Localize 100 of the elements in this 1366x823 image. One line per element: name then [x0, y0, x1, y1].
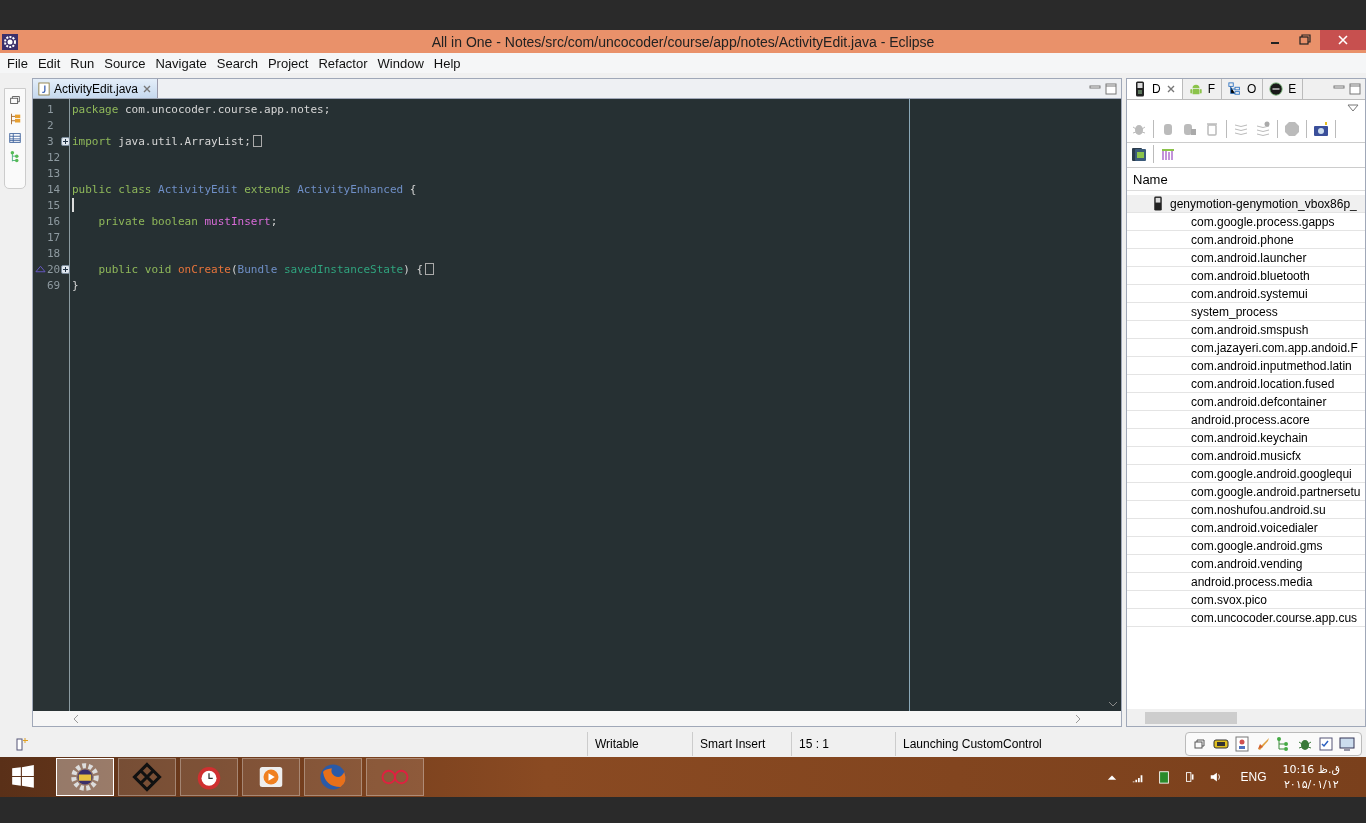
tree-row[interactable]: com.android.inputmethod.latin	[1127, 357, 1365, 375]
monitor-icon[interactable]	[1339, 736, 1355, 752]
restore-icon[interactable]	[1192, 736, 1208, 752]
tree-row[interactable]: com.android.vending	[1127, 555, 1365, 573]
tree-row[interactable]: com.android.bluetooth	[1127, 267, 1365, 285]
input-language[interactable]: ENG	[1240, 770, 1267, 784]
horizontal-scrollbar[interactable]	[1127, 709, 1365, 726]
tree-row[interactable]: com.android.smspush	[1127, 321, 1365, 339]
tree-row[interactable]: android.process.acore	[1127, 411, 1365, 429]
tree-row[interactable]: com.android.defcontainer	[1127, 393, 1365, 411]
tree-row[interactable]: com.jazayeri.com.app.andoid.F	[1127, 339, 1365, 357]
stop-icon[interactable]	[1284, 121, 1300, 137]
menu-item[interactable]: Refactor	[313, 55, 373, 71]
gear-icon	[70, 762, 100, 792]
tree-row[interactable]: com.android.location.fused	[1127, 375, 1365, 393]
device-icon[interactable]	[1213, 736, 1229, 752]
collapsed-code-icon[interactable]	[425, 263, 435, 275]
tree-row[interactable]: com.google.process.gapps	[1127, 213, 1365, 231]
line-number: 13	[47, 166, 61, 180]
tab-label: F	[1207, 82, 1215, 96]
tree-row[interactable]: com.google.android.googlequi	[1127, 465, 1365, 483]
horizontal-scrollbar[interactable]	[33, 711, 1121, 726]
menu-item[interactable]: File	[2, 55, 33, 71]
status-field: Writable	[587, 732, 692, 756]
menu-item[interactable]: Search	[211, 55, 263, 71]
menu-item[interactable]: Run	[65, 55, 100, 71]
tree-row[interactable]: genymotion-genymotion_vbox86p_	[1127, 195, 1365, 213]
restore-icon[interactable]	[8, 93, 22, 107]
close-icon[interactable]	[1165, 84, 1176, 94]
tree-row[interactable]: com.google.android.gms	[1127, 537, 1365, 555]
expand-fold-icon[interactable]	[61, 264, 70, 274]
threads-icon[interactable]	[1255, 121, 1271, 137]
line-number: 3	[47, 134, 54, 148]
battery-icon[interactable]	[1156, 770, 1171, 784]
tree-row[interactable]: com.android.keychain	[1127, 429, 1365, 447]
scroll-down-icon[interactable]	[1108, 701, 1118, 707]
phone-icon	[1133, 81, 1147, 97]
hierarchy-icon[interactable]	[8, 112, 22, 126]
expand-fold-icon[interactable]	[61, 136, 70, 146]
table-icon[interactable]	[8, 131, 22, 145]
taskbar-app[interactable]	[180, 758, 238, 796]
menu-item[interactable]: Source	[99, 55, 151, 71]
code-line: public class ActivityEdit extends ActivityEnhanced {	[72, 182, 417, 196]
tree-row[interactable]: com.android.phone	[1127, 231, 1365, 249]
menu-item[interactable]: Help	[428, 55, 466, 71]
tree-row[interactable]: android.process.media	[1127, 573, 1365, 591]
camera-icon[interactable]	[1313, 121, 1329, 137]
tree-row[interactable]: com.android.launcher	[1127, 249, 1365, 267]
tree-row[interactable]: com.uncocoder.course.app.cus	[1127, 609, 1365, 627]
taskbar-app[interactable]	[242, 758, 300, 796]
device-screen-icon[interactable]	[1131, 146, 1147, 162]
view-menu-icon[interactable]	[1347, 104, 1359, 112]
scroll-left-icon[interactable]	[73, 713, 79, 724]
chart-icon[interactable]	[1160, 146, 1176, 162]
line-number: 1	[47, 102, 54, 116]
line-number: 20	[47, 262, 61, 276]
code-line: import java.util.ArrayList;	[72, 134, 251, 148]
tree-row[interactable]: com.android.voicedialer	[1127, 519, 1365, 537]
tree-row[interactable]: com.google.android.partnersetu	[1127, 483, 1365, 501]
cylinder-icon[interactable]	[1182, 121, 1198, 137]
tree-row[interactable]: com.svox.pico	[1127, 591, 1365, 609]
outline-icon	[1228, 81, 1242, 97]
tree-row[interactable]: com.android.musicfx	[1127, 447, 1365, 465]
tab-label: ActivityEdit.java	[54, 81, 139, 96]
code-line: package com.uncocoder.course.app.notes;	[72, 102, 331, 116]
tree-row[interactable]: com.noshufou.android.su	[1127, 501, 1365, 519]
menu-item[interactable]: Edit	[32, 55, 66, 71]
knot-icon	[132, 762, 162, 792]
clock[interactable]: 10:16 ق.ظ ۲۰۱۵/۰۱/۱۲	[1282, 762, 1340, 792]
code-line: public void onCreate(Bundle savedInstanceState) {	[97, 262, 424, 276]
code-line: private boolean mustInsert;	[97, 214, 278, 228]
line-number: 12	[47, 150, 61, 164]
scrollbar-thumb[interactable]	[1145, 711, 1237, 724]
maximize-icon[interactable]	[1105, 82, 1117, 95]
column-header[interactable]: Name	[1133, 171, 1168, 187]
menu-item[interactable]: Navigate	[150, 55, 212, 71]
editor-tab[interactable]: ActivityEdit.java	[33, 79, 159, 98]
taskbar-app[interactable]	[56, 758, 114, 796]
windows-logo-icon[interactable]	[10, 764, 36, 790]
java-file-icon	[38, 81, 50, 96]
volume-icon[interactable]	[1208, 770, 1223, 784]
taskbar-app[interactable]	[118, 758, 176, 796]
collapsed-code-icon[interactable]	[252, 135, 262, 147]
checklist-icon[interactable]	[1318, 736, 1334, 752]
line-number: 69	[47, 278, 61, 292]
view-tab[interactable]: D	[1127, 79, 1183, 99]
close-icon[interactable]	[1320, 30, 1366, 50]
maximize-icon[interactable]	[1349, 83, 1361, 95]
menu-item[interactable]: Window	[372, 55, 429, 71]
phone-icon	[1153, 196, 1163, 211]
line-number: 14	[47, 182, 61, 196]
status-field: Smart Insert	[692, 732, 791, 756]
person-card-icon[interactable]	[1234, 736, 1250, 752]
line-number: 16	[47, 214, 61, 228]
fast-view-icon[interactable]	[14, 736, 30, 752]
menu-item[interactable]: Project	[262, 55, 314, 71]
scroll-right-icon[interactable]	[1075, 713, 1081, 724]
tree-row[interactable]: system_process	[1127, 303, 1365, 321]
close-icon[interactable]	[142, 83, 153, 94]
tree-row[interactable]: com.android.systemui	[1127, 285, 1365, 303]
